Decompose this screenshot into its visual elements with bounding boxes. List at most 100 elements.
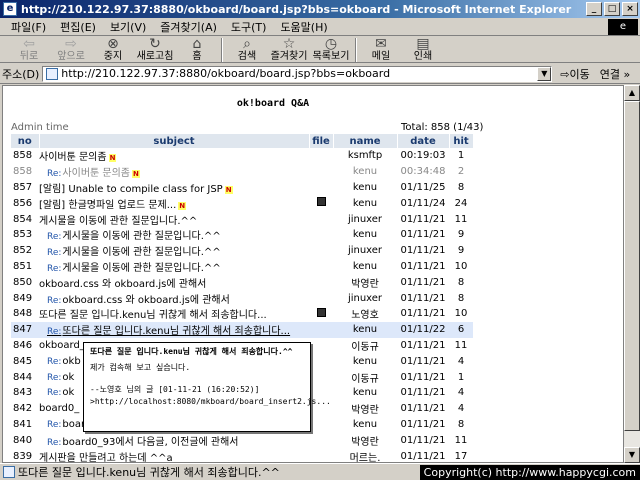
row-name[interactable]: 박영란 — [333, 401, 397, 417]
history-button[interactable]: ◷ 목록보기 — [310, 37, 352, 62]
table-row[interactable]: 858 Re:사이버툰 문의좀 Nkenu 00:34:48 2 — [11, 164, 473, 180]
subject-link[interactable]: boar — [62, 419, 85, 430]
row-subject[interactable]: Re:사이버툰 문의좀 N — [39, 164, 309, 180]
subject-link[interactable]: board0_93에서 다음글, 이전글에 관해서 — [62, 437, 238, 448]
row-subject[interactable]: [알림] 한글명파일 업로드 문제... N — [39, 195, 309, 211]
table-row[interactable]: 850 okboard.css 와 okboard.js에 관해서 박영란 01/11… — [11, 274, 473, 290]
subject-link[interactable]: 게시물을 이동에 관한 질문입니다.^^ — [62, 247, 220, 258]
subject-link[interactable]: [알림] 한글명파일 업로드 문제... — [39, 200, 176, 211]
row-subject[interactable]: okboard.css 와 okboard.js에 관해서 — [39, 274, 309, 290]
maximize-button[interactable]: □ — [604, 2, 620, 16]
row-name[interactable]: 박영란 — [333, 274, 397, 290]
subject-link[interactable]: ok — [62, 387, 74, 398]
table-row[interactable]: 853 Re:게시물을 이동에 관한 질문입니다.^^ kenu 01/11/21 9 — [11, 227, 473, 243]
row-name[interactable]: kenu — [333, 321, 397, 338]
subject-link[interactable]: [알림] Unable to compile class for JSP — [39, 184, 223, 195]
row-name[interactable]: kenu — [333, 180, 397, 196]
row-name[interactable]: kenu — [333, 353, 397, 369]
address-dropdown-icon[interactable]: ▼ — [537, 66, 552, 81]
row-name[interactable]: kenu — [333, 164, 397, 180]
disk-icon[interactable] — [316, 307, 326, 317]
menu-help[interactable]: 도움말(H) — [273, 19, 334, 35]
menu-edit[interactable]: 편집(E) — [53, 19, 103, 35]
table-row[interactable]: 847 Re:또다른 질문 입니다.kenu님 귀찮게 해서 죄송합니다... ke… — [11, 321, 473, 338]
stop-button[interactable]: ⊗ 중지 — [92, 37, 134, 62]
row-name[interactable]: 노영호 — [333, 306, 397, 322]
table-row[interactable]: 857 [알림] Unable to compile class for JSP N… — [11, 180, 473, 196]
row-name[interactable]: kenu — [333, 259, 397, 275]
subject-link[interactable]: board0_ — [39, 403, 79, 414]
row-name[interactable]: ksmftp — [333, 148, 397, 164]
row-subject[interactable]: 게시판을 만들려고 하는데 ^^a — [39, 448, 309, 462]
forward-button[interactable]: ⇨ 앞으로 — [50, 37, 92, 62]
menu-tools[interactable]: 도구(T) — [224, 19, 274, 35]
subject-link[interactable]: 게시물을 이동에 관한 질문입니다.^^ — [62, 231, 220, 242]
vertical-scrollbar[interactable]: ▲ ▼ — [624, 85, 640, 463]
row-name[interactable]: 이동규 — [333, 338, 397, 354]
row-name[interactable]: jinuxer — [333, 211, 397, 227]
row-file[interactable] — [309, 306, 333, 322]
table-row[interactable]: 856 [알림] 한글명파일 업로드 문제... Nkenu 01/11/24 24 — [11, 195, 473, 211]
row-subject[interactable]: 또다른 질문 입니다.kenu님 귀찮게 해서 죄송합니다... — [39, 306, 309, 322]
search-button[interactable]: ⌕ 검색 — [226, 37, 268, 62]
row-file[interactable] — [309, 195, 333, 211]
mail-button[interactable]: ✉ 메일 — [360, 37, 402, 62]
subject-link[interactable]: 게시판을 만들려고 하는데 ^^a — [39, 453, 173, 462]
admin-link[interactable]: Admin time — [11, 122, 69, 133]
close-button[interactable]: × — [622, 2, 638, 16]
row-name[interactable]: 박영란 — [333, 432, 397, 448]
subject-link[interactable]: 또다른 질문 입니다.kenu님 귀찮게 해서 죄송합니다... — [39, 310, 267, 321]
links-button[interactable]: 연결 » — [600, 66, 630, 82]
menu-favorites[interactable]: 즐겨찾기(A) — [153, 19, 224, 35]
row-name[interactable]: jinuxer — [333, 243, 397, 259]
address-input[interactable]: http://210.122.97.37:8880/okboard/board.… — [42, 65, 553, 82]
row-name[interactable]: 머르는. — [333, 448, 397, 462]
row-subject[interactable]: Re:okboard.css 와 okboard.js에 관해서 — [39, 290, 309, 306]
subject-link[interactable]: 또다른 질문 입니다.kenu님 귀찮게 해서 죄송합니다... — [62, 326, 290, 337]
go-button[interactable]: ⇨이동 — [560, 66, 589, 82]
subject-link[interactable]: 게시물을 이동에 관한 질문입니다.^^ — [39, 216, 197, 227]
table-row[interactable]: 848 또다른 질문 입니다.kenu님 귀찮게 해서 죄송합니다... 노영호 01… — [11, 306, 473, 322]
subject-link[interactable]: okboard.css 와 okboard.js에 관해서 — [62, 295, 229, 306]
table-row[interactable]: 854 게시물을 이동에 관한 질문입니다.^^ jinuxer 01/11/21 11 — [11, 211, 473, 227]
subject-link[interactable]: 게시물을 이동에 관한 질문입니다.^^ — [62, 263, 220, 274]
table-row[interactable]: 852 Re:게시물을 이동에 관한 질문입니다.^^ jinuxer 01/11/2… — [11, 243, 473, 259]
row-name[interactable]: kenu — [333, 417, 397, 433]
row-name[interactable]: 이동규 — [333, 369, 397, 385]
scroll-down-icon[interactable]: ▼ — [624, 447, 640, 463]
row-subject[interactable]: Re:게시물을 이동에 관한 질문입니다.^^ — [39, 243, 309, 259]
row-subject[interactable]: Re:게시물을 이동에 관한 질문입니다.^^ — [39, 227, 309, 243]
row-subject[interactable]: Re:또다른 질문 입니다.kenu님 귀찮게 해서 죄송합니다... — [39, 321, 309, 338]
table-row[interactable]: 849 Re:okboard.css 와 okboard.js에 관해서 jinux… — [11, 290, 473, 306]
row-name[interactable]: jinuxer — [333, 290, 397, 306]
print-button[interactable]: ▤ 인쇄 — [402, 37, 444, 62]
disk-icon[interactable] — [316, 197, 326, 207]
row-name[interactable]: kenu — [333, 385, 397, 401]
row-subject[interactable]: [알림] Unable to compile class for JSP N — [39, 180, 309, 196]
favorites-button[interactable]: ☆ 즐겨찾기 — [268, 37, 310, 62]
scroll-up-icon[interactable]: ▲ — [624, 85, 640, 101]
row-date: 01/11/21 — [400, 229, 446, 241]
row-name[interactable]: kenu — [333, 227, 397, 243]
menu-file[interactable]: 파일(F) — [4, 19, 53, 35]
subject-link[interactable]: 사이버툰 문의좀 — [39, 152, 107, 163]
table-row[interactable]: 840 Re:board0_93에서 다음글, 이전글에 관해서 박영란 01/11/… — [11, 432, 473, 448]
refresh-button[interactable]: ↻ 새로고침 — [134, 37, 176, 62]
menu-view[interactable]: 보기(V) — [103, 19, 153, 35]
scroll-thumb[interactable] — [624, 101, 640, 431]
subject-link[interactable]: ok — [62, 372, 74, 383]
home-button[interactable]: ⌂ 홈 — [176, 37, 218, 62]
subject-link[interactable]: okboard.css 와 okboard.js에 관해서 — [39, 279, 206, 290]
subject-link[interactable]: 사이버툰 문의좀 — [62, 168, 130, 179]
table-row[interactable]: 858 사이버툰 문의좀 Nksmftp 00:19:03 1 — [11, 148, 473, 164]
row-subject[interactable]: 게시물을 이동에 관한 질문입니다.^^ — [39, 211, 309, 227]
row-subject[interactable]: Re:게시물을 이동에 관한 질문입니다.^^ — [39, 259, 309, 275]
row-name[interactable]: kenu — [333, 195, 397, 211]
subject-link[interactable]: okb — [62, 356, 80, 367]
row-subject[interactable]: Re:board0_93에서 다음글, 이전글에 관해서 — [39, 432, 309, 448]
table-row[interactable]: 851 Re:게시물을 이동에 관한 질문입니다.^^ kenu 01/11/21 10 — [11, 259, 473, 275]
table-row[interactable]: 839 게시판을 만들려고 하는데 ^^a 머르는. 01/11/21 17 — [11, 448, 473, 462]
row-subject[interactable]: 사이버툰 문의좀 N — [39, 148, 309, 164]
back-button[interactable]: ⇦ 뒤로 — [8, 37, 50, 62]
minimize-button[interactable]: _ — [586, 2, 602, 16]
